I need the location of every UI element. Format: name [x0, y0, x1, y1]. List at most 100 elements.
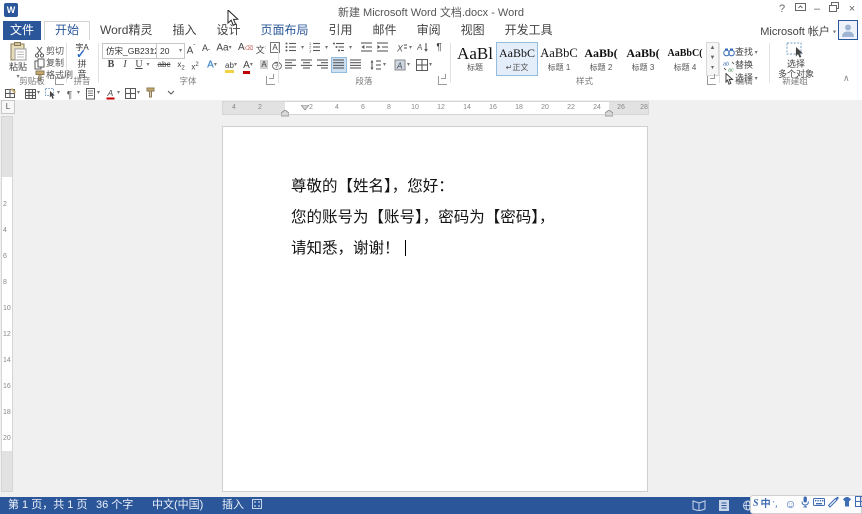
distribute-button[interactable]	[349, 58, 363, 72]
align-right-button[interactable]	[316, 58, 330, 72]
asian-layout-button[interactable]: X▾	[394, 41, 414, 55]
change-case-button[interactable]: Aa▾	[214, 41, 234, 55]
style-card-5[interactable]: AaBb(标题 3	[622, 42, 664, 76]
subscript-button[interactable]: x2	[174, 58, 188, 72]
tab-1[interactable]: 开始	[44, 21, 90, 40]
numbering-dropdown[interactable]: ▾	[323, 41, 330, 55]
style-card-6[interactable]: AaBbC(标题 4	[664, 42, 706, 76]
enclose-characters-button[interactable]: 字	[270, 58, 284, 72]
status-page-count[interactable]: 第 1 页，共 1 页	[8, 499, 87, 512]
tab-7[interactable]: 邮件	[363, 21, 407, 40]
highlight-button[interactable]: ab▾	[222, 58, 240, 72]
tab-file[interactable]: 文件	[3, 21, 41, 40]
tab-selector-button[interactable]: L	[1, 100, 15, 114]
styles-dialog-launcher[interactable]	[707, 76, 716, 85]
borders-button[interactable]: ▾	[414, 58, 434, 72]
close-button[interactable]: ×	[844, 2, 860, 17]
account-label[interactable]: Microsoft 帐户 ▾	[760, 23, 836, 39]
macro-record-icon[interactable]	[252, 499, 262, 513]
bullets-dropdown[interactable]: ▾	[299, 41, 306, 55]
increase-indent-button[interactable]	[376, 41, 390, 55]
help-button[interactable]: ?	[774, 2, 790, 17]
status-word-count[interactable]: 36 个字	[96, 499, 133, 512]
style-card-2[interactable]: AaBbC↵正文	[496, 42, 538, 76]
vertical-ruler[interactable]: 2468101214161820	[1, 116, 13, 492]
status-language[interactable]: 中文(中国)	[152, 499, 203, 512]
document-line[interactable]: 尊敬的【姓名】，您好：	[291, 171, 555, 202]
style-card-1[interactable]: AaBl标题	[454, 42, 496, 76]
first-line-indent-marker[interactable]	[301, 102, 309, 114]
read-mode-icon[interactable]	[692, 500, 710, 511]
clear-formatting-button[interactable]: A⌫	[238, 41, 252, 55]
left-indent-marker[interactable]	[281, 108, 289, 120]
ime-toolbox-icon[interactable]	[855, 496, 862, 513]
document-text[interactable]: 尊敬的【姓名】，您好：您的账号为【账号】，密码为【密码】，请知悉，谢谢！	[291, 171, 555, 264]
ime-skin-icon[interactable]	[841, 496, 853, 514]
restore-button[interactable]	[826, 2, 842, 17]
qat-page-button[interactable]: ▾	[84, 87, 100, 100]
font-color-button[interactable]: A▾	[240, 58, 256, 72]
sort-button[interactable]: A	[416, 41, 430, 55]
qat-paragraph-mark-button[interactable]: ¶▾	[64, 87, 80, 100]
numbering-button[interactable]: 123	[308, 41, 322, 55]
style-card-3[interactable]: AaBbC标题 1	[538, 42, 580, 76]
print-layout-icon[interactable]	[718, 500, 736, 511]
qat-font-color-button[interactable]: A▾	[104, 87, 120, 100]
tab-5[interactable]: 页面布局	[251, 21, 319, 40]
ime-keyboard-icon[interactable]	[813, 496, 825, 514]
decrease-indent-button[interactable]	[360, 41, 374, 55]
tab-8[interactable]: 审阅	[407, 21, 451, 40]
right-indent-marker[interactable]	[605, 108, 613, 120]
multilevel-list-button[interactable]	[332, 41, 346, 55]
font-name-combo[interactable]: 仿宋_GB2312▾	[102, 43, 157, 59]
tab-2[interactable]: Word精灵	[90, 21, 162, 40]
line-spacing-button[interactable]: ▾	[368, 58, 388, 72]
document-line[interactable]: 您的账号为【账号】，密码为【密码】，	[291, 202, 555, 233]
shrink-font-button[interactable]: Aˇ	[199, 41, 213, 55]
ime-emoji-button[interactable]: ☺	[784, 496, 796, 513]
superscript-button[interactable]: x2	[188, 58, 202, 72]
tab-9[interactable]: 视图	[451, 21, 495, 40]
document-page[interactable]: 尊敬的【姓名】，您好：您的账号为【账号】，密码为【密码】，请知悉，谢谢！	[222, 126, 648, 492]
shading-button[interactable]: A▾	[392, 58, 412, 72]
align-center-button[interactable]	[300, 58, 314, 72]
tab-3[interactable]: 插入	[162, 21, 206, 40]
qat-more-button[interactable]	[164, 87, 177, 100]
editing-replace-button[interactable]: abac替换	[722, 58, 753, 71]
show-hide-marks-button[interactable]: ¶	[432, 41, 446, 55]
ime-language-toggle[interactable]: 中	[761, 496, 771, 513]
minimize-button[interactable]: –	[809, 2, 825, 17]
underline-dropdown[interactable]: ▾	[144, 58, 152, 72]
style-card-4[interactable]: AaBb(标题 2	[580, 42, 622, 76]
tab-6[interactable]: 引用	[319, 21, 363, 40]
clipboard-dialog-launcher[interactable]	[55, 76, 64, 85]
ribbon-display-options-button[interactable]	[792, 2, 808, 17]
editing-find-button[interactable]: 查找 ▾	[722, 45, 758, 58]
character-border-button[interactable]: A	[268, 41, 282, 55]
strikethrough-button[interactable]: abc	[155, 58, 173, 72]
character-shading-button[interactable]: A	[257, 58, 271, 72]
italic-button[interactable]: I	[118, 58, 132, 72]
sogou-logo-icon[interactable]: S	[753, 495, 759, 512]
qat-format-painter-button[interactable]	[144, 87, 157, 100]
collapse-ribbon-button[interactable]: ∧	[843, 73, 850, 84]
multilevel-dropdown[interactable]: ▾	[347, 41, 354, 55]
align-left-button[interactable]	[284, 58, 298, 72]
ime-mic-icon[interactable]	[799, 496, 811, 514]
qat-table-button[interactable]: ▾	[24, 87, 40, 100]
qat-draw-table-button[interactable]	[4, 87, 17, 100]
font-size-combo[interactable]: 20▾	[156, 43, 185, 59]
text-effects-button[interactable]: A▾	[203, 58, 221, 72]
tab-10[interactable]: 开发工具	[495, 21, 563, 40]
phonetic-guide-button[interactable]: 文:	[254, 41, 268, 55]
sogou-ime-bar[interactable]: S中’，☺	[750, 495, 862, 514]
qat-borders-button[interactable]: ▾	[124, 87, 140, 100]
horizontal-ruler[interactable]: 42246810121416182022242628	[222, 101, 649, 115]
account-avatar-icon[interactable]	[838, 20, 858, 40]
ime-punctuation-toggle[interactable]: ’，	[773, 496, 783, 513]
qat-select-objects-button[interactable]: ▾	[44, 87, 60, 100]
bullets-button[interactable]	[284, 41, 298, 55]
paragraph-dialog-launcher[interactable]	[438, 76, 447, 85]
styles-scrollbar[interactable]: ▲▼▾	[706, 42, 719, 76]
ime-handwriting-icon[interactable]	[827, 495, 839, 514]
